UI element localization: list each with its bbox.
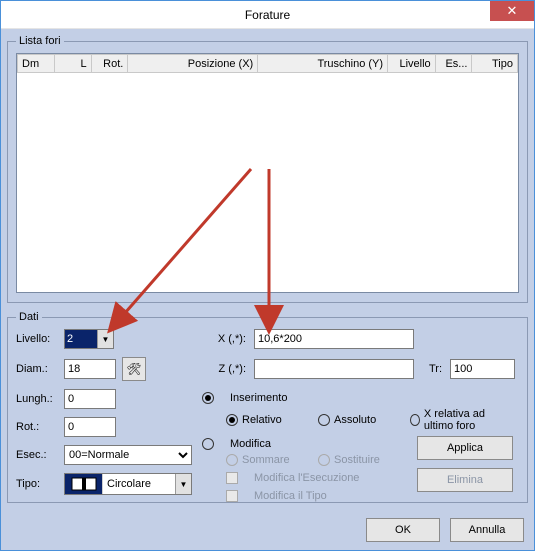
sostituire-label: Sostituire (334, 454, 380, 466)
elimina-button: Elimina (417, 468, 513, 492)
sostituire-radio (318, 454, 330, 466)
livello-select[interactable]: 2 ▼ (64, 329, 114, 349)
modifica-label: Modifica (230, 438, 271, 450)
close-button[interactable]: ✕ (490, 1, 534, 21)
col-dm[interactable]: Dm (18, 55, 55, 73)
sommare-label: Sommare (242, 454, 290, 466)
esec-label: Esec.: (16, 449, 58, 461)
lungh-label: Lungh.: (16, 393, 58, 405)
col-rot[interactable]: Rot. (91, 55, 128, 73)
col-l[interactable]: L (54, 55, 91, 73)
close-icon: ✕ (507, 3, 518, 19)
annulla-button[interactable]: Annulla (450, 518, 524, 542)
dialog-window: Forature ✕ Lista fori Dm L Rot. Posizion… (0, 0, 535, 551)
tipo-label: Tipo: (16, 478, 58, 490)
x-label: X (,*): (198, 333, 248, 345)
mod-esec-checkbox (226, 472, 238, 484)
inserimento-radio[interactable] (202, 392, 214, 404)
livello-value: 2 (67, 333, 73, 345)
diam-input[interactable] (64, 359, 116, 379)
mod-tipo-label: Modifica il Tipo (254, 490, 327, 502)
sommare-radio (226, 454, 238, 466)
tool-picker-button[interactable]: 🛠 (122, 357, 146, 381)
z-label: Z (,*): (198, 363, 248, 375)
inserimento-label: Inserimento (230, 392, 287, 404)
rot-label: Rot.: (16, 421, 58, 433)
assoluto-label: Assoluto (334, 414, 376, 426)
titlebar: Forature ✕ (1, 1, 534, 29)
window-title: Forature (1, 8, 534, 22)
lungh-input[interactable] (64, 389, 116, 409)
lista-fori-group: Lista fori Dm L Rot. Posizione (X) Trusc… (7, 35, 528, 303)
xrel-radio[interactable] (410, 414, 420, 426)
col-es[interactable]: Es... (435, 55, 472, 73)
mod-esec-label: Modifica l'Esecuzione (254, 472, 359, 484)
tr-input[interactable] (450, 359, 515, 379)
dati-group: Dati Livello: 2 ▼ X (,*): Diam.: (7, 311, 528, 503)
col-posizione[interactable]: Posizione (X) (128, 55, 258, 73)
col-livello[interactable]: Livello (388, 55, 436, 73)
chevron-down-icon: ▼ (97, 330, 113, 348)
client-area: Lista fori Dm L Rot. Posizione (X) Trusc… (1, 29, 534, 550)
lista-fori-legend: Lista fori (16, 35, 64, 47)
chevron-down-icon: ▼ (175, 474, 191, 494)
diam-label: Diam.: (16, 363, 58, 375)
ok-button[interactable]: OK (366, 518, 440, 542)
drill-icon: 🛠 (126, 362, 141, 376)
modifica-radio[interactable] (202, 438, 214, 450)
esec-select[interactable]: 00=Normale (64, 445, 192, 465)
relativo-radio[interactable] (226, 414, 238, 426)
relativo-label: Relativo (242, 414, 282, 426)
tr-label: Tr: (420, 363, 444, 375)
tipo-value: Circolare (103, 478, 175, 490)
col-truschino[interactable]: Truschino (Y) (258, 55, 388, 73)
xrel-label: X relativa ad ultimo foro (424, 408, 515, 432)
applica-button[interactable]: Applica (417, 436, 513, 460)
rot-input[interactable] (64, 417, 116, 437)
col-tipo[interactable]: Tipo (472, 55, 518, 73)
hole-type-icon (65, 474, 103, 494)
tipo-select[interactable]: Circolare ▼ (64, 473, 192, 495)
assoluto-radio[interactable] (318, 414, 330, 426)
livello-label: Livello: (16, 333, 58, 345)
mod-tipo-checkbox (226, 490, 238, 502)
lista-fori-table[interactable]: Dm L Rot. Posizione (X) Truschino (Y) Li… (16, 53, 519, 293)
x-input[interactable] (254, 329, 414, 349)
dati-legend: Dati (16, 311, 42, 323)
z-input[interactable] (254, 359, 414, 379)
